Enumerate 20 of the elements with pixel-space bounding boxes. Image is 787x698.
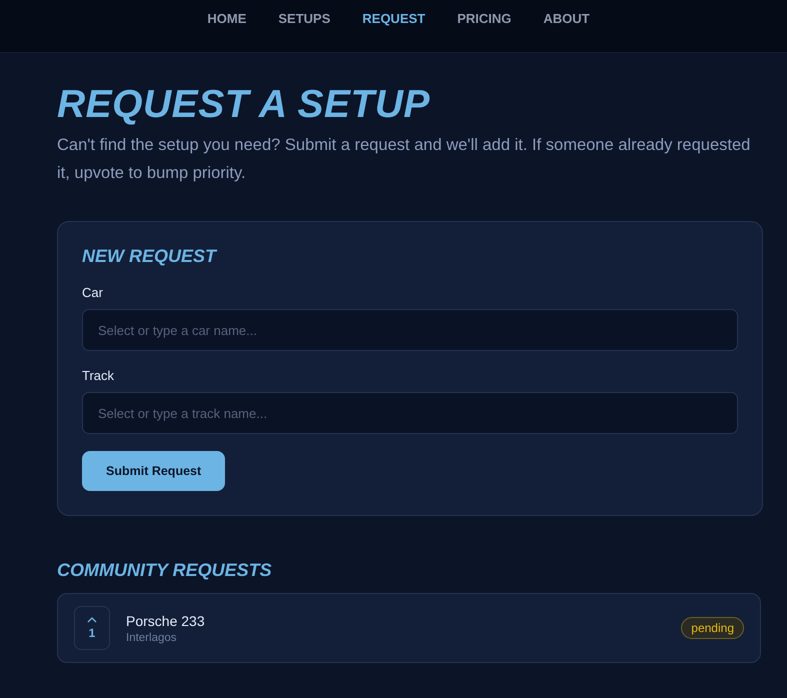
- intro-text: Can't find the setup you need? Submit a request and we'll add it. If someone already requested it, upvote to bump priority.: [57, 135, 752, 184]
- submit-button[interactable]: Submit Request: [82, 451, 226, 491]
- track-name: Interlagos: [126, 632, 178, 644]
- field-label: Car: [82, 285, 104, 300]
- chevron-up-icon: [87, 616, 97, 622]
- nav-link[interactable]: SETUPS: [278, 11, 330, 26]
- nav-link[interactable]: ABOUT: [543, 11, 590, 26]
- page-title: REQUEST A SETUP: [57, 82, 431, 128]
- vote-count: 1: [88, 626, 96, 640]
- input-field[interactable]: Select or type a track name...: [82, 392, 738, 434]
- nav-link[interactable]: HOME: [207, 11, 246, 26]
- status-badge: pending: [681, 617, 744, 639]
- form-heading: NEW REQUEST: [82, 246, 218, 267]
- section-heading: COMMUNITY REQUESTS: [57, 560, 273, 581]
- car-name: Porsche 233: [126, 612, 206, 628]
- nav-link[interactable]: REQUEST: [362, 11, 426, 26]
- upvote-button[interactable]: 1: [74, 606, 110, 650]
- field-label: Track: [82, 368, 116, 383]
- nav-link[interactable]: PRICING: [457, 11, 512, 26]
- input-field[interactable]: Select or type a car name...: [82, 309, 738, 351]
